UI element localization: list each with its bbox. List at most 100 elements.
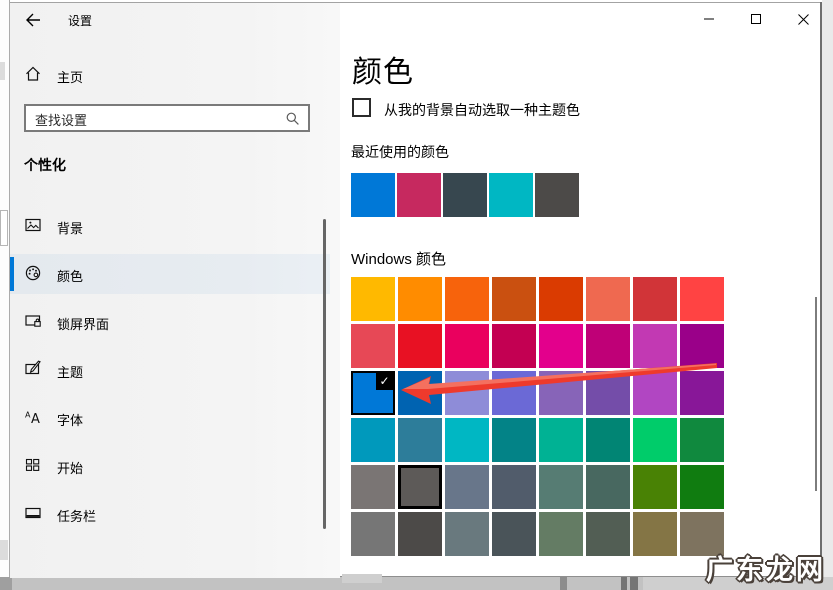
- sidebar-item-label: 任务栏: [57, 509, 97, 524]
- color-swatch[interactable]: [351, 465, 395, 509]
- sidebar-item-label: 字体: [57, 413, 84, 428]
- color-swatch[interactable]: [586, 371, 630, 415]
- recent-color-swatch[interactable]: [397, 173, 441, 217]
- background-window-sliver: [0, 0, 10, 577]
- color-swatch[interactable]: [492, 371, 536, 415]
- color-swatch[interactable]: [680, 418, 724, 462]
- color-swatch[interactable]: [351, 418, 395, 462]
- theme-brush-icon: [25, 360, 41, 375]
- color-swatch[interactable]: [633, 277, 677, 321]
- close-icon: [797, 13, 809, 25]
- color-swatch[interactable]: [680, 465, 724, 509]
- back-arrow-icon: [26, 13, 40, 27]
- sidebar-item-label: 锁屏界面: [57, 317, 110, 332]
- taskbar-segment: [621, 577, 627, 590]
- color-swatch[interactable]: [539, 324, 583, 368]
- color-swatch[interactable]: [492, 324, 536, 368]
- color-swatch[interactable]: [398, 418, 442, 462]
- sidebar-item-label: 开始: [57, 461, 84, 476]
- color-swatch[interactable]: [398, 371, 442, 415]
- sidebar-item-themes[interactable]: 主题: [10, 350, 330, 390]
- color-swatch[interactable]: [539, 465, 583, 509]
- sidebar: 主页 查找设置 个性化 背景 颜色 锁屏界面 主题 A A 字体 开始 任务栏: [10, 3, 340, 578]
- window-right-border: [820, 2, 822, 577]
- color-swatch[interactable]: [586, 324, 630, 368]
- recent-color-swatch[interactable]: [351, 173, 395, 217]
- sidebar-item-label: 主题: [57, 365, 84, 380]
- sidebar-item-colors[interactable]: 颜色: [10, 254, 330, 294]
- color-swatch[interactable]: [492, 465, 536, 509]
- background-artifact: [0, 210, 8, 246]
- color-swatch[interactable]: [539, 512, 583, 556]
- partially-visible-element: [342, 574, 382, 583]
- sidebar-item-home[interactable]: 主页: [10, 59, 330, 91]
- color-swatch[interactable]: [351, 324, 395, 368]
- color-swatch[interactable]: [445, 277, 489, 321]
- color-swatch[interactable]: [445, 371, 489, 415]
- taskbar-segment: [560, 577, 567, 590]
- color-swatch[interactable]: [586, 465, 630, 509]
- maximize-button[interactable]: [739, 3, 773, 35]
- sidebar-item-lockscreen[interactable]: 锁屏界面: [10, 302, 330, 342]
- selection-accent-bar: [10, 257, 14, 291]
- svg-text:A: A: [31, 412, 40, 426]
- sidebar-item-fonts[interactable]: A A 字体: [10, 398, 330, 438]
- color-swatch[interactable]: [586, 418, 630, 462]
- sidebar-item-taskbar[interactable]: 任务栏: [10, 494, 330, 534]
- close-button[interactable]: [786, 3, 820, 35]
- search-icon[interactable]: [285, 111, 301, 127]
- window-title: 设置: [68, 14, 93, 28]
- color-swatch[interactable]: [445, 324, 489, 368]
- color-swatch[interactable]: [633, 418, 677, 462]
- recent-colors-label: 最近使用的颜色: [351, 144, 449, 160]
- color-swatch[interactable]: [633, 371, 677, 415]
- color-swatch[interactable]: [539, 277, 583, 321]
- color-swatch[interactable]: [351, 277, 395, 321]
- color-swatch[interactable]: [445, 465, 489, 509]
- lockscreen-icon: [25, 315, 41, 327]
- sidebar-item-background[interactable]: 背景: [10, 206, 330, 246]
- watermark-text: 广东龙网: [706, 555, 826, 585]
- color-swatch[interactable]: [398, 277, 442, 321]
- palette-icon: [25, 265, 41, 281]
- color-swatch[interactable]: [398, 324, 442, 368]
- color-swatch[interactable]: [680, 277, 724, 321]
- settings-window: 主页 查找设置 个性化 背景 颜色 锁屏界面 主题 A A 字体 开始 任务栏 …: [10, 2, 820, 578]
- color-swatch[interactable]: [633, 465, 677, 509]
- color-swatch[interactable]: [633, 324, 677, 368]
- recent-color-swatch[interactable]: [443, 173, 487, 217]
- search-input[interactable]: 查找设置: [24, 104, 310, 132]
- sidebar-home-label: 主页: [57, 70, 84, 85]
- color-swatch[interactable]: [680, 371, 724, 415]
- color-swatch[interactable]: [492, 277, 536, 321]
- color-swatch[interactable]: [586, 277, 630, 321]
- color-swatch[interactable]: [586, 512, 630, 556]
- background-artifact: [0, 540, 8, 560]
- minimize-icon: [704, 18, 714, 20]
- watermark: 广东龙网: [706, 548, 826, 587]
- taskbar-segment: [0, 577, 12, 590]
- content-scrollbar[interactable]: [815, 297, 817, 491]
- color-swatch[interactable]: [539, 371, 583, 415]
- back-button[interactable]: [18, 7, 48, 33]
- color-swatch[interactable]: [492, 418, 536, 462]
- color-swatch[interactable]: [633, 512, 677, 556]
- recent-color-swatch[interactable]: [489, 173, 533, 217]
- color-swatch[interactable]: [492, 512, 536, 556]
- color-swatch[interactable]: [680, 324, 724, 368]
- color-swatch[interactable]: [445, 418, 489, 462]
- sidebar-item-label: 背景: [57, 221, 84, 236]
- color-swatch[interactable]: [351, 512, 395, 556]
- color-swatch[interactable]: [539, 418, 583, 462]
- color-swatch-selected[interactable]: ✓: [351, 371, 395, 415]
- sidebar-scrollbar[interactable]: [323, 219, 326, 529]
- checkmark-icon: ✓: [376, 373, 393, 390]
- color-swatch[interactable]: [398, 512, 442, 556]
- sidebar-item-start[interactable]: 开始: [10, 446, 330, 486]
- section-heading-personalization: 个性化: [24, 157, 66, 173]
- color-swatch[interactable]: [445, 512, 489, 556]
- recent-color-swatch[interactable]: [535, 173, 579, 217]
- color-swatch-outlined[interactable]: [398, 465, 442, 509]
- auto-accent-checkbox[interactable]: [352, 98, 371, 117]
- minimize-button[interactable]: [692, 3, 726, 35]
